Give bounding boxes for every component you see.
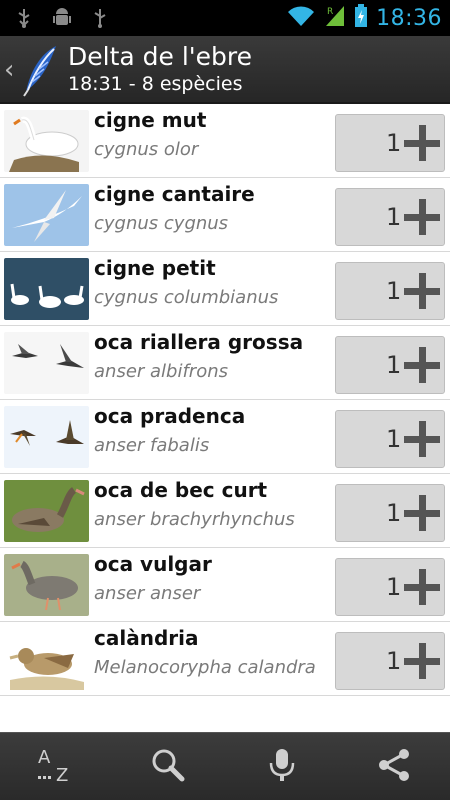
species-latin-name: anser anser: [94, 583, 201, 604]
svg-text:A: A: [38, 747, 51, 768]
species-photo: [4, 628, 89, 690]
species-latin-name: anser fabalis: [94, 435, 210, 456]
species-photo: [4, 332, 89, 394]
add-count-button[interactable]: 1: [335, 114, 445, 172]
count-value: 1: [386, 203, 402, 231]
list-item[interactable]: calàndria Melanocorypha calandra 1: [0, 622, 450, 696]
list-item[interactable]: oca de bec curt anser brachyrhynchus 1: [0, 474, 450, 548]
count-value: 1: [386, 573, 402, 601]
add-count-button[interactable]: 1: [335, 410, 445, 468]
plus-icon: [404, 495, 440, 531]
species-name: oca vulgar: [94, 552, 212, 576]
species-photo: [4, 184, 89, 246]
species-name: cigne cantaire: [94, 182, 255, 206]
list-item[interactable]: cigne cantaire cygnus cygnus 1: [0, 178, 450, 252]
android-debug-icon: [52, 7, 72, 29]
species-photo: [4, 554, 89, 616]
species-photo: [4, 110, 89, 172]
count-value: 1: [386, 277, 402, 305]
up-navigation-icon[interactable]: ‹: [4, 55, 14, 85]
page-subtitle: 18:31 - 8 espècies: [68, 73, 243, 95]
plus-icon: [404, 643, 440, 679]
species-latin-name: anser albifrons: [94, 361, 229, 382]
search-icon: [150, 747, 186, 787]
plus-icon: [404, 421, 440, 457]
count-value: 1: [386, 647, 402, 675]
species-photo: [4, 406, 89, 468]
bottom-action-bar: A Z: [0, 732, 450, 800]
usb-icon: [90, 7, 110, 29]
feather-logo-icon[interactable]: [20, 42, 60, 98]
species-photo: [4, 258, 89, 320]
add-count-button[interactable]: 1: [335, 484, 445, 542]
add-count-button[interactable]: 1: [335, 632, 445, 690]
species-name: oca riallera grossa: [94, 330, 304, 354]
microphone-icon: [267, 747, 297, 787]
clock: 18:36: [376, 5, 442, 31]
sort-az-icon: A Z: [36, 745, 76, 789]
species-latin-name: anser brachyrhynchus: [94, 509, 295, 530]
usb-icon: [14, 7, 34, 29]
wifi-icon: [286, 4, 316, 32]
plus-icon: [404, 125, 440, 161]
list-item[interactable]: oca vulgar anser anser 1: [0, 548, 450, 622]
list-item[interactable]: cigne petit cygnus columbianus 1: [0, 252, 450, 326]
species-list: cigne mut cygnus olor 1 cigne cantaire c…: [0, 104, 450, 696]
signal-icon: R: [324, 4, 346, 32]
voice-input-button[interactable]: [226, 733, 338, 801]
plus-icon: [404, 199, 440, 235]
status-bar: R 18:36: [0, 0, 450, 36]
list-item[interactable]: oca riallera grossa anser albifrons 1: [0, 326, 450, 400]
species-name: oca pradenca: [94, 404, 246, 428]
add-count-button[interactable]: 1: [335, 262, 445, 320]
action-bar: ‹ Delta de l'ebre 18:31 - 8 espècies: [0, 36, 450, 104]
count-value: 1: [386, 351, 402, 379]
list-item[interactable]: cigne mut cygnus olor 1: [0, 104, 450, 178]
plus-icon: [404, 273, 440, 309]
count-value: 1: [386, 425, 402, 453]
svg-text:Z: Z: [56, 765, 68, 785]
species-latin-name: cygnus olor: [94, 139, 199, 160]
list-item[interactable]: oca pradenca anser fabalis 1: [0, 400, 450, 474]
add-count-button[interactable]: 1: [335, 336, 445, 394]
add-count-button[interactable]: 1: [335, 188, 445, 246]
plus-icon: [404, 347, 440, 383]
species-photo: [4, 480, 89, 542]
search-button[interactable]: [112, 733, 224, 801]
svg-text:R: R: [327, 7, 333, 17]
count-value: 1: [386, 129, 402, 157]
share-icon: [376, 747, 412, 787]
species-name: cigne petit: [94, 256, 216, 280]
add-count-button[interactable]: 1: [335, 558, 445, 616]
share-button[interactable]: [338, 733, 450, 801]
page-title: Delta de l'ebre: [68, 42, 253, 71]
count-value: 1: [386, 499, 402, 527]
species-latin-name: cygnus columbianus: [94, 287, 279, 308]
species-name: cigne mut: [94, 108, 207, 132]
species-latin-name: cygnus cygnus: [94, 213, 229, 234]
species-name: calàndria: [94, 626, 199, 650]
species-name: oca de bec curt: [94, 478, 268, 502]
plus-icon: [404, 569, 440, 605]
sort-button[interactable]: A Z: [0, 733, 112, 801]
battery-charging-icon: [354, 4, 368, 32]
species-latin-name: Melanocorypha calandra: [94, 657, 316, 678]
